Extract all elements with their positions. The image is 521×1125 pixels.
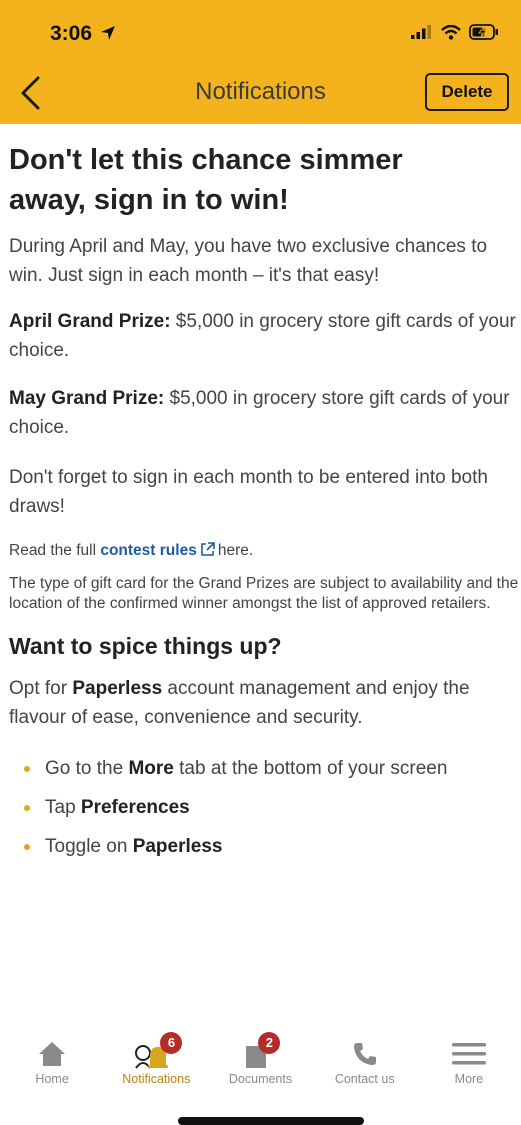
notification-title: Don't let this chance simmer away, sign … bbox=[9, 144, 403, 216]
reminder-paragraph: Don't forget to sign in each month to be… bbox=[9, 467, 488, 517]
wifi-icon bbox=[441, 24, 461, 40]
bottom-tab-bar: Home 6 Notifications 2 Documents Contact… bbox=[0, 1030, 521, 1098]
app-header: 3:06 Notifications Delete bbox=[0, 0, 521, 124]
battery-charging-icon bbox=[469, 24, 498, 40]
intro-paragraph: During April and May, you have two exclu… bbox=[9, 236, 488, 286]
status-icons bbox=[411, 24, 499, 40]
notification-body: Don't let this chance simmer away, sign … bbox=[9, 140, 519, 860]
list-item: Tap Preferences bbox=[9, 795, 519, 821]
tab-documents[interactable]: 2 Documents bbox=[208, 1030, 312, 1098]
document-count-badge: 2 bbox=[258, 1032, 281, 1054]
april-prize-paragraph: April Grand Prize: $5,000 in grocery sto… bbox=[9, 311, 516, 361]
delete-button[interactable]: Delete bbox=[425, 73, 509, 111]
disclaimer-paragraph: The type of gift card for the Grand Priz… bbox=[9, 575, 519, 612]
notification-count-badge: 6 bbox=[160, 1032, 183, 1054]
paperless-paragraph: Opt for Paperless account management and… bbox=[9, 678, 470, 728]
location-arrow-icon bbox=[100, 26, 115, 40]
tab-more[interactable]: More bbox=[417, 1030, 521, 1098]
bullet-dot bbox=[24, 766, 30, 772]
tab-notifications[interactable]: 6 Notifications bbox=[104, 1030, 208, 1098]
external-link-icon[interactable] bbox=[200, 542, 215, 557]
status-time: 3:06 bbox=[50, 22, 116, 46]
list-item: Toggle on Paperless bbox=[9, 834, 519, 860]
home-icon bbox=[39, 1042, 66, 1066]
may-prize-paragraph: May Grand Prize: $5,000 in grocery store… bbox=[9, 388, 510, 438]
tab-home[interactable]: Home bbox=[0, 1030, 104, 1098]
bullet-dot bbox=[24, 805, 30, 811]
contest-rules-link[interactable]: contest rules bbox=[100, 542, 196, 559]
may-prize-label: May Grand Prize: bbox=[9, 388, 165, 409]
tab-contact-us[interactable]: Contact us bbox=[313, 1030, 417, 1098]
instructions-list: Go to the More tab at the bottom of your… bbox=[9, 756, 519, 860]
contest-rules-paragraph: Read the full contest rules here. bbox=[9, 542, 254, 559]
list-item: Go to the More tab at the bottom of your… bbox=[9, 756, 519, 782]
home-indicator bbox=[178, 1117, 364, 1125]
section-heading: Want to spice things up? bbox=[9, 633, 282, 659]
signal-icon bbox=[411, 25, 431, 39]
april-prize-label: April Grand Prize: bbox=[9, 311, 171, 332]
menu-icon bbox=[451, 1043, 486, 1065]
bullet-dot bbox=[24, 844, 30, 850]
phone-icon bbox=[353, 1043, 376, 1065]
